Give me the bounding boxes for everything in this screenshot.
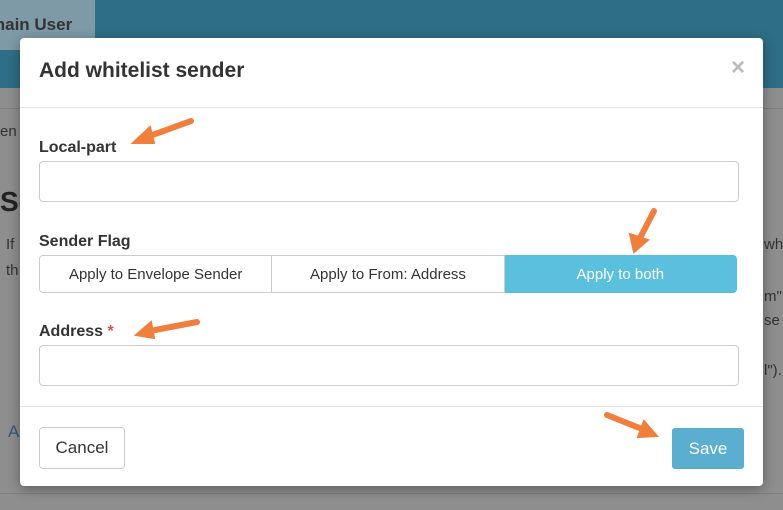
- annotation-arrows: [130, 118, 660, 439]
- arrow-icon: [604, 412, 660, 439]
- arrow-icon: [133, 319, 200, 340]
- arrow-icon: [628, 208, 657, 254]
- arrow-icon: [130, 118, 194, 144]
